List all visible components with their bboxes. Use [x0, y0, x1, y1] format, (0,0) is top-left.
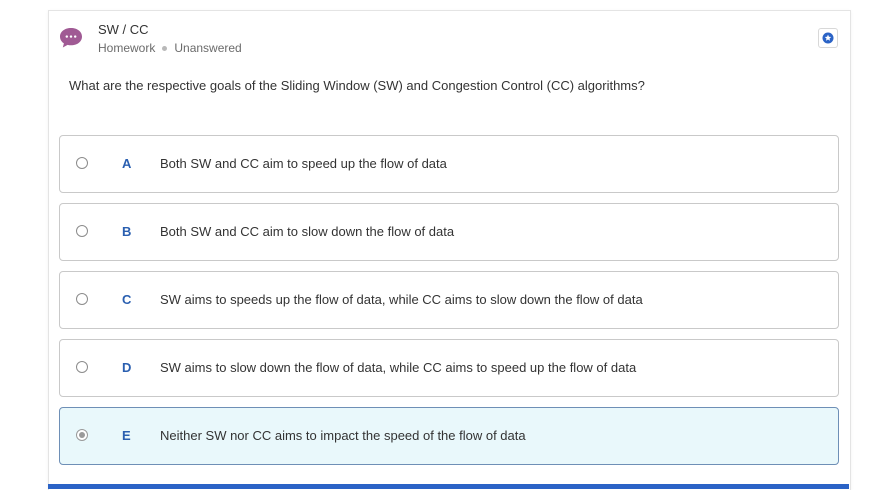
option-text: Neither SW nor CC aims to impact the spe… [160, 428, 526, 443]
option-text: SW aims to slow down the flow of data, w… [160, 360, 637, 375]
option-letter: C [122, 292, 132, 307]
radio-button[interactable] [76, 157, 88, 169]
answer-option-d[interactable]: D SW aims to slow down the flow of data,… [59, 339, 839, 397]
radio-button[interactable] [76, 225, 88, 237]
star-badge-icon [822, 32, 834, 44]
answer-option-c[interactable]: C SW aims to speeds up the flow of data,… [59, 271, 839, 329]
question-text: What are the respective goals of the Sli… [69, 78, 645, 93]
option-letter: B [122, 224, 132, 239]
radio-button[interactable] [76, 293, 88, 305]
option-text: Both SW and CC aim to slow down the flow… [160, 224, 455, 239]
answer-option-e[interactable]: E Neither SW nor CC aims to impact the s… [59, 407, 839, 465]
category-label: Homework [98, 41, 156, 55]
answer-option-a[interactable]: A Both SW and CC aim to speed up the flo… [59, 135, 839, 193]
option-text: Both SW and CC aim to speed up the flow … [160, 156, 447, 171]
bottom-accent-bar [48, 484, 849, 489]
radio-button-selected[interactable] [76, 429, 88, 441]
option-letter: A [122, 156, 132, 171]
status-label: Unanswered [174, 41, 242, 55]
option-text: SW aims to speeds up the flow of data, w… [160, 292, 643, 307]
question-title: SW / CC [98, 22, 149, 37]
bookmark-button[interactable] [818, 28, 838, 48]
separator-dot [162, 45, 168, 51]
question-meta: Homework Unanswered [98, 40, 242, 56]
chat-bubble-icon [59, 27, 83, 49]
radio-button[interactable] [76, 361, 88, 373]
question-card: SW / CC Homework Unanswered What are the… [48, 10, 851, 490]
answer-option-b[interactable]: B Both SW and CC aim to slow down the fl… [59, 203, 839, 261]
option-letter: D [122, 360, 132, 375]
option-letter: E [122, 428, 131, 443]
